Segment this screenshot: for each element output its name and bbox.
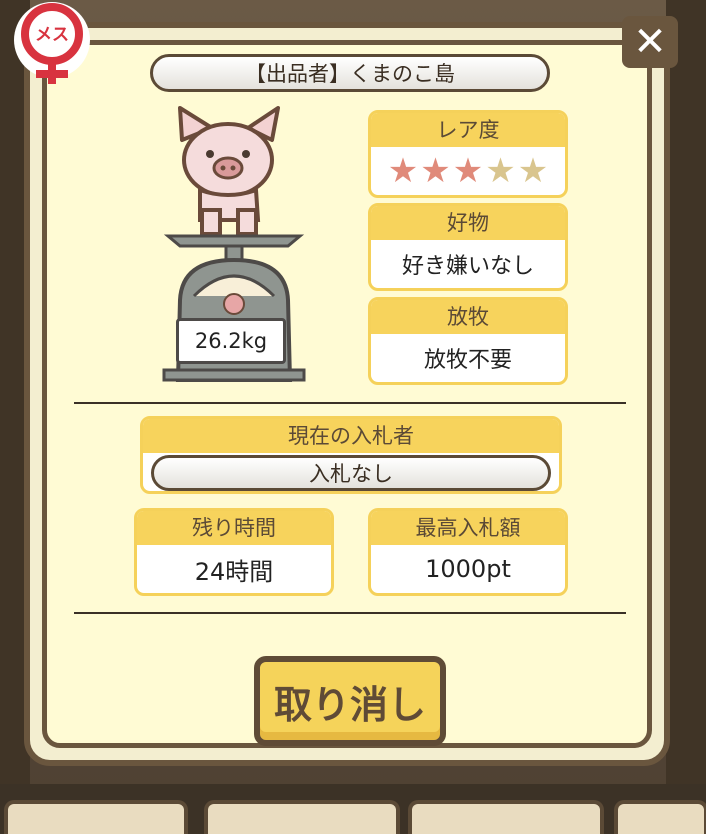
time-left-header: 残り時間 [137, 511, 331, 545]
max-bid-value: 1000pt [425, 555, 511, 583]
weight-display: 26.2kg [176, 318, 286, 364]
rarity-stars: ★ ★ ★ ★ ★ [371, 147, 565, 195]
star-empty-icon: ★ [517, 151, 549, 191]
weight-value: 26.2kg [194, 329, 268, 353]
seller-name-field: 【出品者】くまのこ島 [150, 54, 550, 92]
rarity-header: レア度 [371, 113, 565, 147]
background-bottom-bar [0, 784, 706, 834]
favorite-header: 好物 [371, 206, 565, 240]
star-filled-icon: ★ [452, 151, 484, 191]
bottom-tab-2 [204, 800, 400, 834]
max-bid-card: 最高入札額 1000pt [368, 508, 568, 596]
close-button[interactable]: ✕ [622, 16, 678, 68]
max-bid-header: 最高入札額 [371, 511, 565, 545]
favorite-value: 好き嫌いなし [401, 254, 534, 279]
bottom-tab-4 [614, 800, 706, 834]
grazing-card: 放牧 放牧不要 [368, 297, 568, 385]
time-left-value: 24時間 [194, 557, 274, 586]
grazing-header: 放牧 [371, 300, 565, 334]
star-empty-icon: ★ [485, 151, 516, 191]
current-bidder-value: 入札なし [309, 462, 393, 486]
current-bidder-header: 現在の入札者 [143, 419, 559, 453]
grazing-value: 放牧不要 [423, 348, 512, 373]
star-filled-icon: ★ [420, 151, 451, 191]
bottom-tab-1 [4, 800, 188, 834]
cancel-bid-button[interactable]: 取り消し [254, 656, 446, 746]
gender-label: メス [35, 25, 69, 45]
background-post-right [666, 0, 706, 834]
rarity-card: レア度 ★ ★ ★ ★ ★ [368, 110, 568, 198]
divider-top [74, 402, 626, 404]
current-bidder-card: 現在の入札者 入札なし [140, 416, 562, 494]
divider-bottom [74, 612, 626, 614]
current-bidder-field: 入札なし [151, 455, 551, 491]
favorite-food-card: 好物 好き嫌いなし [368, 203, 568, 291]
female-gender-icon: メス [8, 0, 96, 88]
seller-label: 【出品者】くまのこ島 [245, 62, 455, 86]
cancel-button-label: 取り消し [273, 682, 426, 727]
auction-detail-dialog [24, 22, 670, 766]
time-left-card: 残り時間 24時間 [134, 508, 334, 596]
close-icon: ✕ [633, 19, 667, 65]
star-filled-icon: ★ [387, 151, 419, 191]
bottom-tab-3 [408, 800, 604, 834]
